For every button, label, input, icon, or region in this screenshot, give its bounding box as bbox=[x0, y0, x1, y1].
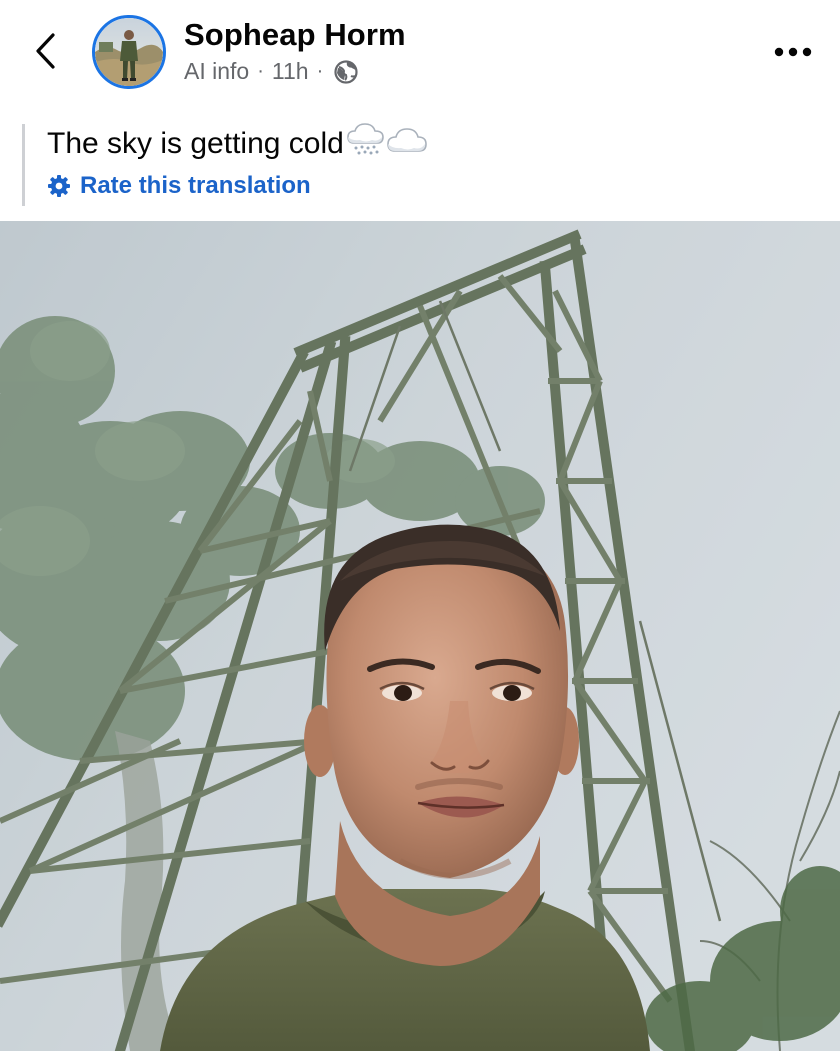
globe-icon bbox=[333, 59, 359, 85]
ai-info-link[interactable]: AI info bbox=[184, 58, 249, 85]
avatar[interactable] bbox=[92, 15, 166, 89]
post-header: Sopheap Horm AI info · 11h · bbox=[0, 0, 840, 110]
snow-cloud-icon bbox=[346, 121, 386, 167]
more-options-icon bbox=[774, 44, 812, 62]
post-time[interactable]: 11h bbox=[272, 58, 309, 85]
weather-emojis bbox=[346, 121, 428, 167]
post-photo[interactable] bbox=[0, 221, 840, 1051]
chevron-left-icon bbox=[34, 32, 56, 75]
post-text: The sky is getting cold bbox=[47, 121, 812, 167]
gear-icon bbox=[47, 174, 71, 198]
rate-translation-link[interactable]: Rate this translation bbox=[47, 172, 812, 200]
meta-separator: · bbox=[257, 60, 264, 82]
post-meta: AI info · 11h · bbox=[184, 58, 359, 85]
author-name[interactable]: Sopheap Horm bbox=[184, 17, 406, 53]
meta-separator: · bbox=[316, 60, 324, 82]
post-text-content: The sky is getting cold bbox=[47, 127, 344, 160]
back-button[interactable] bbox=[26, 30, 64, 76]
cloud-icon bbox=[386, 124, 428, 164]
post-text-block: The sky is getting cold Rate this transl… bbox=[22, 121, 812, 206]
rate-translation-label: Rate this translation bbox=[80, 172, 311, 199]
more-options-button[interactable] bbox=[770, 36, 816, 70]
